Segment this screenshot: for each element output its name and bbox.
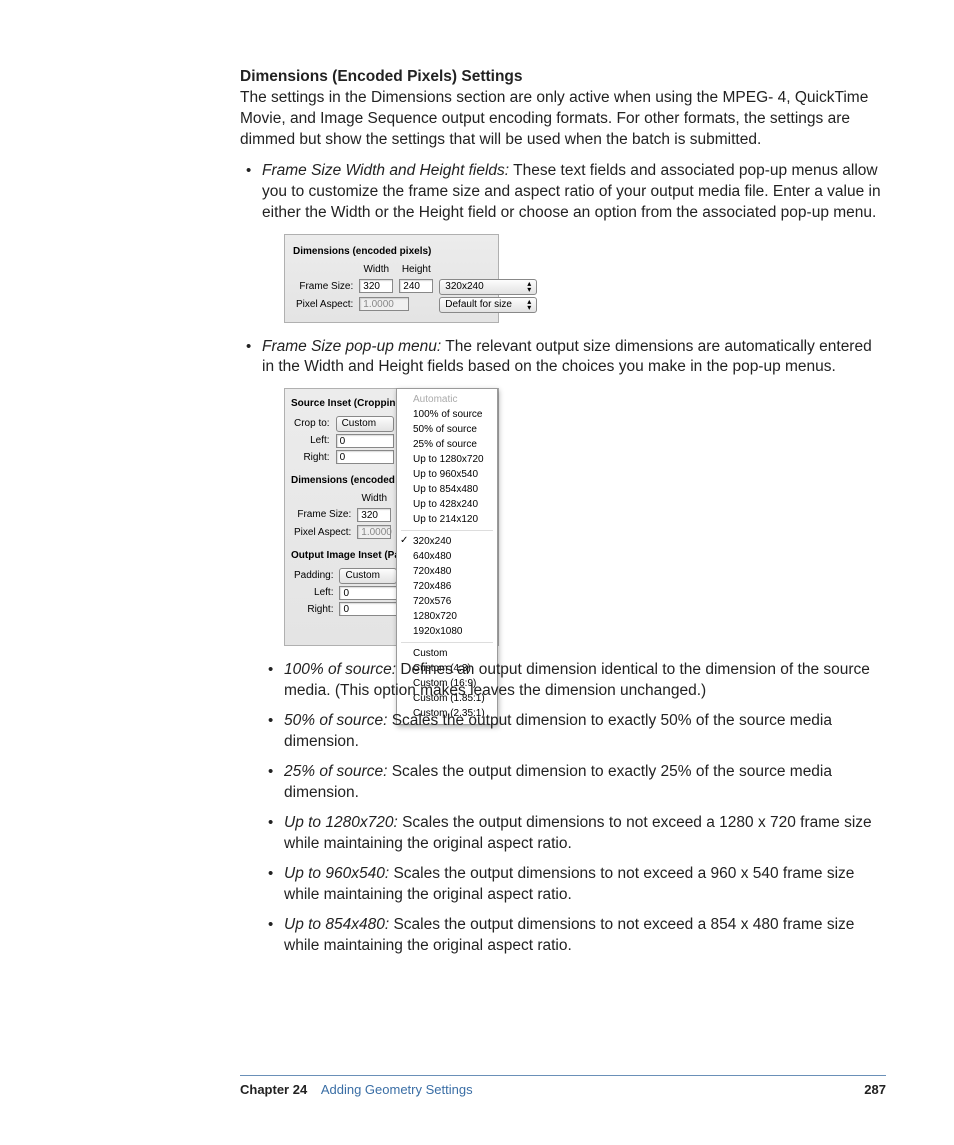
intro-paragraph: The settings in the Dimensions section a… [240, 88, 886, 151]
padding-popup[interactable]: Custom [339, 568, 397, 584]
pixel-aspect-label: Pixel Aspect: [291, 523, 354, 541]
frame-size-label: Frame Size: [293, 278, 356, 296]
dropdown-item[interactable]: Automatic [397, 392, 497, 407]
definition-term: 50% of source: [284, 712, 387, 729]
definition-item: Up to 960x540: Scales the output dimensi… [262, 864, 886, 906]
page-number: 287 [864, 1082, 886, 1097]
dropdown-item[interactable]: Up to 854x480 [397, 482, 497, 497]
bullet-frame-size-fields: Frame Size Width and Height fields: Thes… [240, 161, 886, 323]
crop-to-popup[interactable]: Custom [336, 416, 394, 432]
padding-label: Padding: [291, 567, 336, 585]
bullet-frame-size-popup: Frame Size pop-up menu: The relevant out… [240, 337, 886, 957]
dropdown-item[interactable]: Up to 1280x720 [397, 452, 497, 467]
definition-item: 50% of source: Scales the output dimensi… [262, 711, 886, 753]
definition-item: Up to 1280x720: Scales the output dimens… [262, 813, 886, 855]
pixel-aspect-popup[interactable]: Default for size▴▾ [439, 297, 537, 313]
pixel-aspect-label: Pixel Aspect: [293, 296, 356, 314]
width-input[interactable]: 320 [357, 508, 391, 522]
definition-item: 100% of source: Defines an output dimens… [262, 660, 886, 702]
definition-term: Up to 854x480: [284, 916, 389, 933]
panel-section-title: Dimensions (encoded pixels) [293, 245, 490, 259]
left-label: Left: [291, 585, 336, 602]
chapter-label: Chapter 24 [240, 1082, 307, 1097]
pad-left-input[interactable]: 0 [339, 586, 397, 600]
definition-term: 25% of source: [284, 763, 387, 780]
pixel-aspect-input: 1.0000 [357, 525, 391, 539]
popup-arrows-icon: ▴▾ [525, 281, 533, 293]
dropdown-item[interactable]: Up to 214x120 [397, 512, 497, 527]
popup-arrows-icon: ▴▾ [525, 299, 533, 311]
dropdown-item[interactable]: 720x576 [397, 594, 497, 609]
crop-right-input[interactable]: 0 [336, 450, 394, 464]
definition-item: Up to 854x480: Scales the output dimensi… [262, 915, 886, 957]
right-label: Right: [291, 601, 336, 618]
chapter-title: Adding Geometry Settings [321, 1082, 473, 1097]
left-label: Left: [291, 433, 333, 450]
dropdown-item[interactable]: 640x480 [397, 549, 497, 564]
page-footer: Chapter 24 Adding Geometry Settings 287 [0, 1075, 954, 1097]
frame-size-popup[interactable]: 320x240▴▾ [439, 279, 537, 295]
bullet-term: Frame Size Width and Height fields: [262, 162, 509, 179]
dimensions-panel: Dimensions (encoded pixels) Width Height… [284, 234, 499, 323]
definition-item: 25% of source: Scales the output dimensi… [262, 762, 886, 804]
pad-right-input[interactable]: 0 [339, 602, 397, 616]
width-col-header: Width [354, 491, 394, 507]
width-col-header: Width [356, 262, 396, 278]
dropdown-item[interactable]: 320x240 [397, 534, 497, 549]
dropdown-item[interactable]: 1280x720 [397, 609, 497, 624]
dropdown-item[interactable]: 25% of source [397, 437, 497, 452]
height-input[interactable]: 240 [399, 279, 433, 293]
right-label: Right: [291, 449, 333, 466]
section-heading: Dimensions (Encoded Pixels) Settings [240, 68, 886, 86]
definition-term: Up to 960x540: [284, 865, 389, 882]
dropdown-item[interactable]: 720x486 [397, 579, 497, 594]
pixel-aspect-input: 1.0000 [359, 297, 409, 311]
frame-size-label: Frame Size: [291, 507, 354, 524]
height-col-header: Height [396, 262, 436, 278]
crop-left-input[interactable]: 0 [336, 434, 394, 448]
dropdown-item[interactable]: Custom [397, 646, 497, 661]
dropdown-item[interactable]: Up to 428x240 [397, 497, 497, 512]
dropdown-item[interactable]: 50% of source [397, 422, 497, 437]
width-input[interactable]: 320 [359, 279, 393, 293]
definition-term: 100% of source: [284, 661, 396, 678]
dropdown-item[interactable]: 100% of source [397, 407, 497, 422]
dropdown-item[interactable]: Up to 960x540 [397, 467, 497, 482]
definition-term: Up to 1280x720: [284, 814, 398, 831]
dropdown-item[interactable]: 720x480 [397, 564, 497, 579]
dropdown-item[interactable]: 1920x1080 [397, 624, 497, 639]
bullet-term: Frame Size pop-up menu: [262, 338, 441, 355]
crop-to-label: Crop to: [291, 415, 333, 433]
